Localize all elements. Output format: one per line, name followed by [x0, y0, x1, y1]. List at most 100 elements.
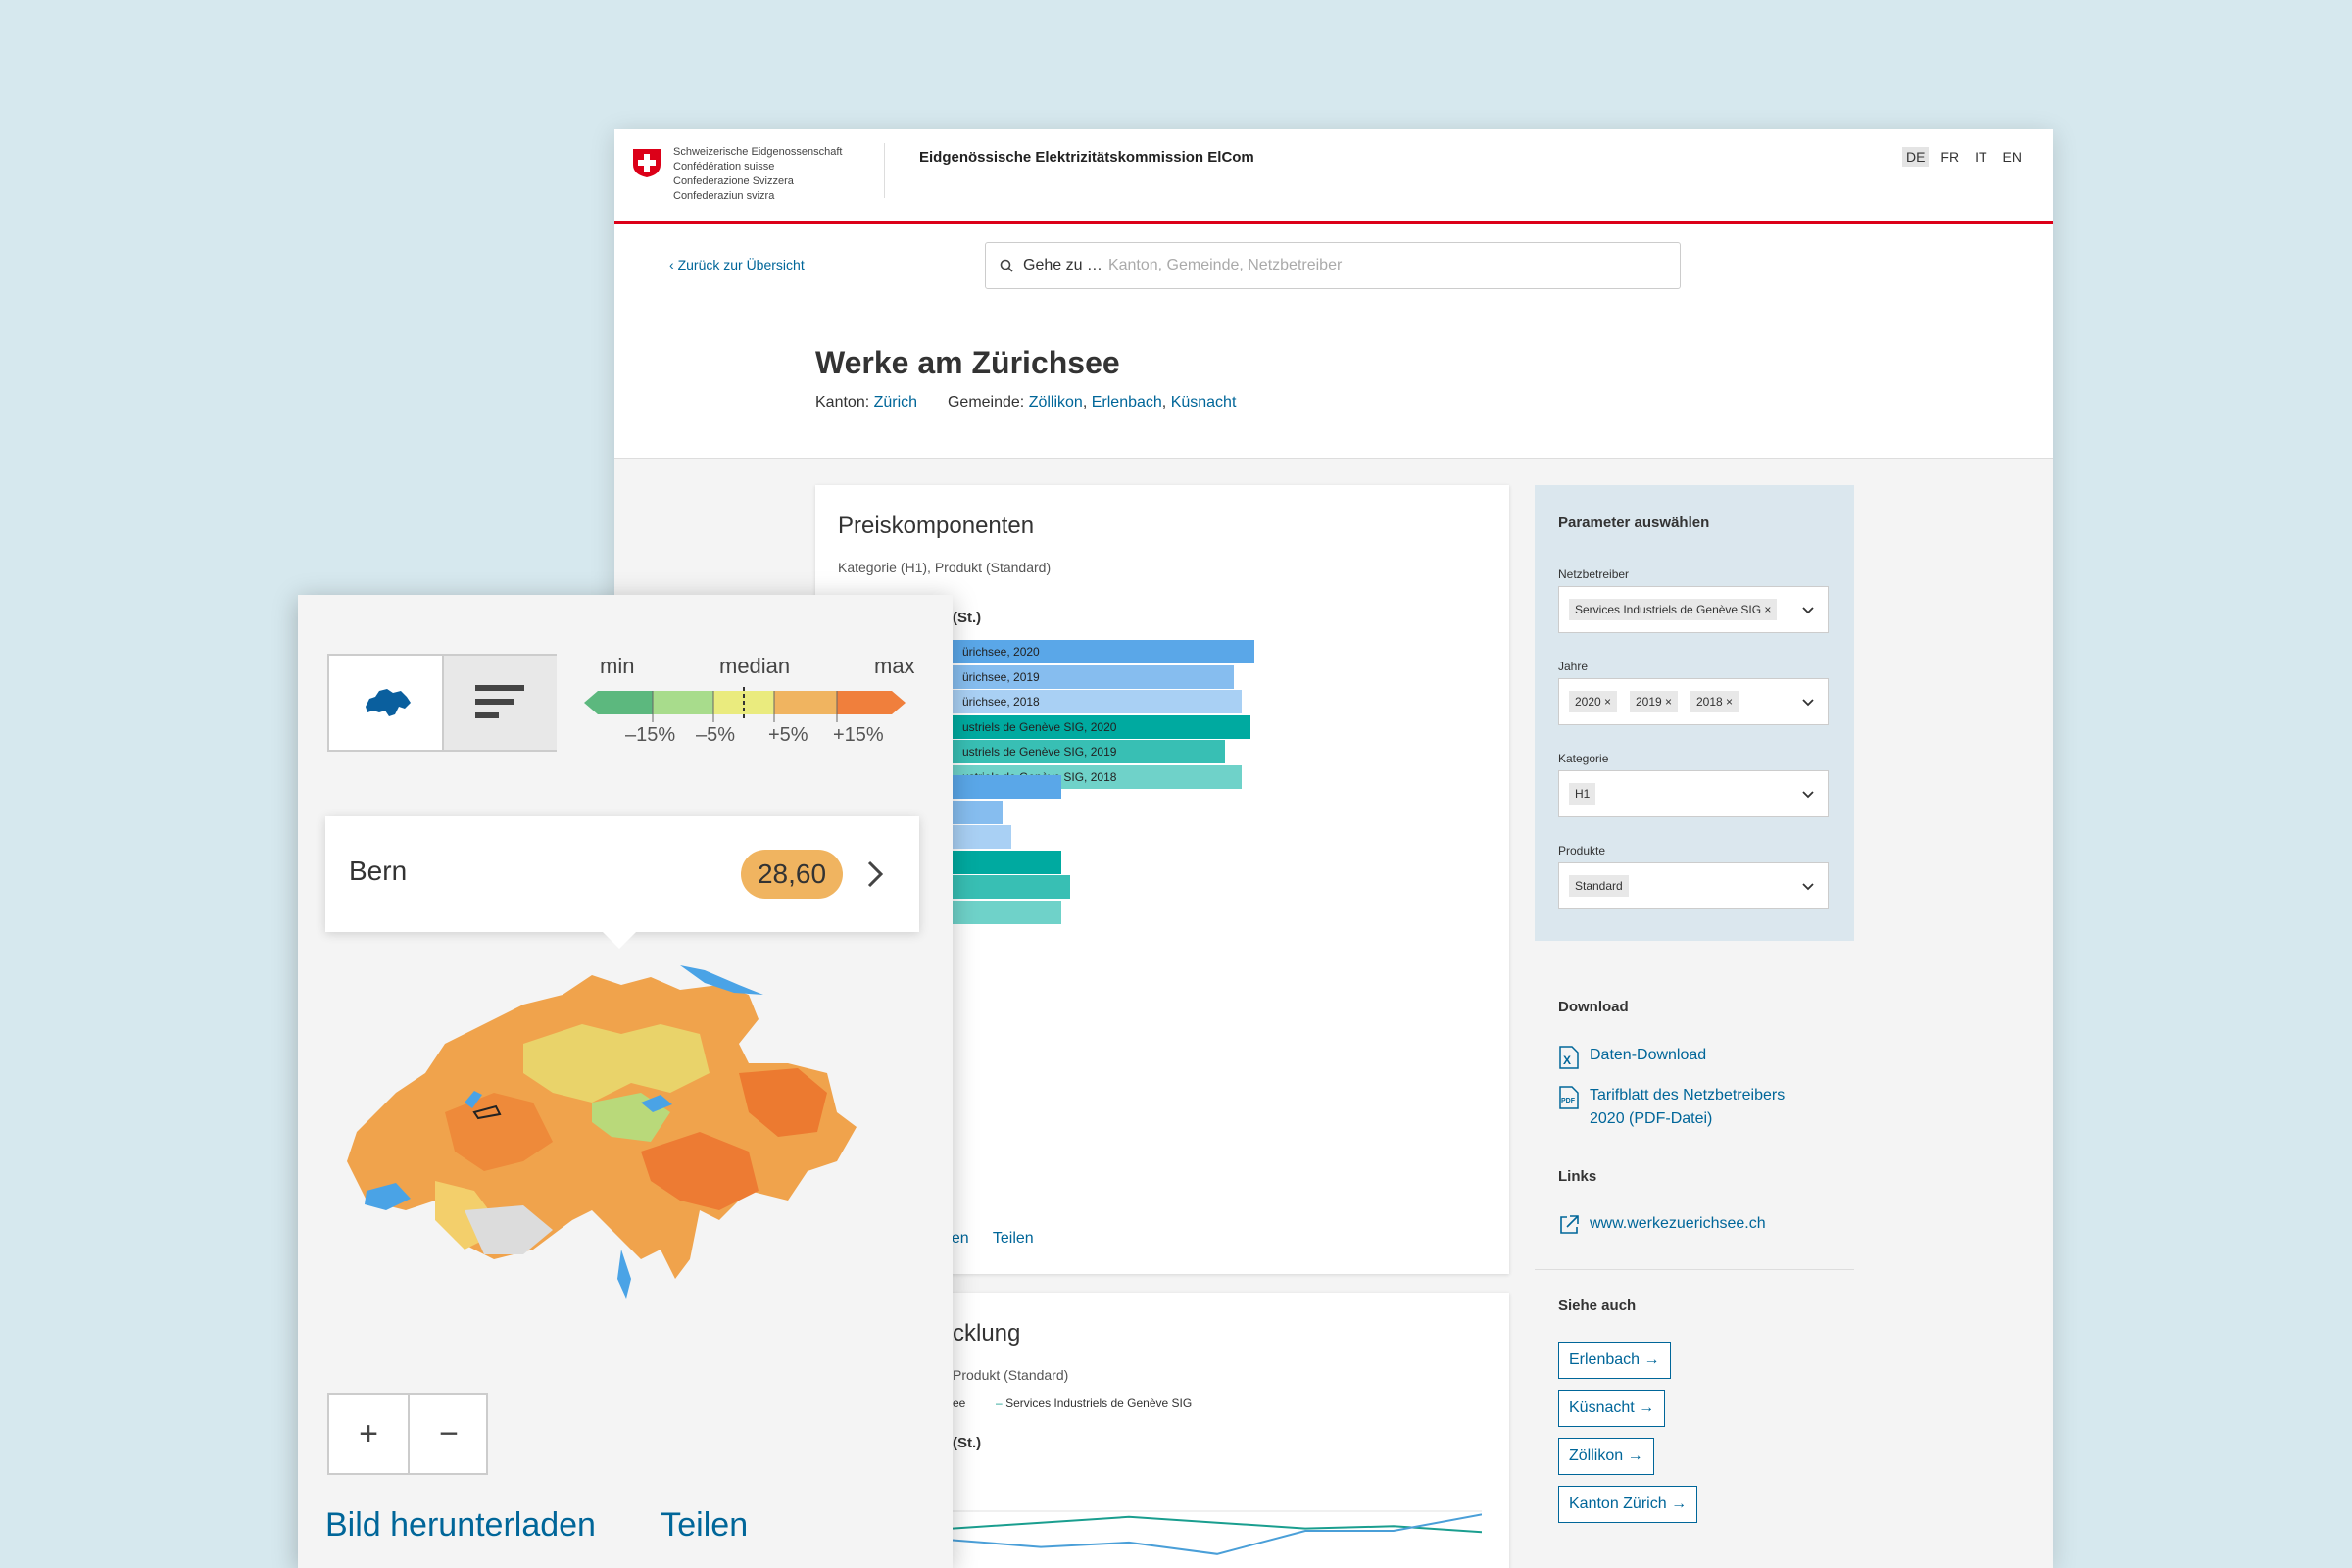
see-also-erlenbach[interactable]: Erlenbach →: [1558, 1342, 1671, 1379]
map-actions: Bild herunterladen Teilen: [325, 1506, 748, 1544]
chip-text: 2019: [1636, 695, 1662, 709]
external-link-icon: [1560, 1215, 1579, 1234]
search-placeholder: Kanton, Gemeinde, Netzbetreiber: [1107, 257, 1343, 273]
zoom-in-button[interactable]: +: [329, 1395, 408, 1473]
year-chip[interactable]: 2018 ×: [1690, 691, 1740, 712]
netzbetreiber-chip[interactable]: Services Industriels de Genève SIG ×: [1569, 599, 1778, 620]
line-chart: [953, 1510, 1482, 1555]
map-panel: min median max –15% –5% +5% +15% Bern 28…: [298, 595, 953, 1568]
download-heading: Download: [1558, 999, 1629, 1015]
arrow-right-icon: →: [1627, 1447, 1643, 1464]
see-also-zollikon[interactable]: Zöllikon →: [1558, 1438, 1654, 1475]
gemeinde-link[interactable]: Erlenbach: [1092, 394, 1162, 411]
scale-tick: –15%: [625, 724, 676, 746]
netzbetreiber-label: Netzbetreiber: [1558, 567, 1630, 581]
lang-en[interactable]: EN: [1999, 147, 2026, 167]
location-line: Kanton: Zürich Gemeinde: Zöllikon, Erlen…: [815, 394, 1236, 412]
chevron-down-icon: [1802, 699, 1814, 707]
brand-red-line: [614, 220, 2053, 224]
map-view-button[interactable]: [329, 656, 442, 750]
header-divider: [884, 143, 885, 198]
chip-text: Services Industriels de Genève SIG: [1575, 603, 1762, 616]
chevron-down-icon: [1802, 607, 1814, 614]
tooltip-region-name: Bern: [349, 856, 408, 886]
chevron-down-icon: [1802, 791, 1814, 799]
kanton-label: Kanton:: [815, 394, 870, 411]
chevron-down-icon: [1802, 883, 1814, 891]
link-text: Daten-Download: [1590, 1047, 1707, 1063]
netzbetreiber-select[interactable]: Services Industriels de Genève SIG ×: [1558, 586, 1829, 633]
zoom-out-button[interactable]: −: [410, 1395, 488, 1473]
kategorie-select[interactable]: H1: [1558, 770, 1829, 817]
lang-it[interactable]: IT: [1971, 147, 1990, 167]
excel-file-icon: X: [1559, 1046, 1579, 1069]
kategorie-chip[interactable]: H1: [1569, 783, 1596, 805]
search-input[interactable]: Gehe zu … Kanton, Gemeinde, Netzbetreibe…: [985, 242, 1681, 289]
chart-legend: ee – Services Industriels de Genève SIG: [953, 1396, 1192, 1410]
parameter-panel: Parameter auswählen Netzbetreiber Servic…: [1535, 485, 1854, 941]
link-text: 2020 (PDF-Datei): [1590, 1110, 1713, 1127]
year-chip[interactable]: 2020 ×: [1569, 691, 1618, 712]
back-label: Zurück zur Übersicht: [677, 257, 805, 272]
jahre-label: Jahre: [1558, 660, 1589, 673]
gemeinde-link[interactable]: Küsnacht: [1171, 394, 1237, 411]
chevron-right-icon[interactable]: [866, 859, 884, 889]
svg-text:X: X: [1563, 1054, 1571, 1067]
see-also-kusnacht[interactable]: Küsnacht →: [1558, 1390, 1666, 1427]
produkte-label: Produkte: [1558, 844, 1606, 858]
links-heading: Links: [1558, 1168, 1597, 1185]
bar-label: ürichsee, 2020: [962, 645, 1040, 659]
card-subtitle: Kategorie (H1), Produkt (Standard): [838, 560, 1052, 575]
card-actions: den Teilen: [943, 1230, 1054, 1248]
share-link[interactable]: Teilen: [661, 1506, 748, 1544]
back-link[interactable]: ‹ Zurück zur Übersicht: [669, 257, 805, 272]
chip-text: 2018: [1696, 695, 1723, 709]
sidebar-divider: [1535, 1269, 1854, 1270]
produkte-select[interactable]: Standard: [1558, 862, 1829, 909]
zoom-controls: + −: [327, 1393, 488, 1475]
download-image-link[interactable]: Bild herunterladen: [325, 1506, 596, 1544]
scale-min-label: min: [600, 654, 635, 678]
pill-label: Kanton Zürich: [1569, 1495, 1667, 1512]
page-title: Werke am Zürichsee: [815, 345, 1120, 380]
bar-label: ustriels de Genève SIG, 2020: [962, 719, 1117, 734]
confed-line: Confederaziun svizra: [673, 190, 775, 202]
axis-label: (St.): [953, 610, 982, 626]
legend-item: ee: [953, 1396, 966, 1410]
view-toggle: [327, 654, 557, 752]
lang-fr[interactable]: FR: [1936, 147, 1963, 167]
language-switcher: DE FR IT EN: [1901, 147, 2026, 167]
link-text: Tarifblatt des Netzbetreibers: [1590, 1087, 1786, 1103]
gemeinde-link[interactable]: Zöllikon: [1029, 394, 1083, 411]
search-icon: [1000, 259, 1013, 272]
pill-label: Zöllikon: [1569, 1447, 1624, 1464]
switzerland-choropleth-map[interactable]: [327, 965, 915, 1357]
scale-tick: +5%: [768, 724, 808, 746]
see-also-kanton-zurich[interactable]: Kanton Zürich →: [1558, 1486, 1698, 1523]
confed-line: Confédération suisse: [673, 161, 775, 172]
card-title: Preiskomponenten: [838, 513, 1035, 539]
siehe-auch-heading: Siehe auch: [1558, 1298, 1637, 1314]
lang-de[interactable]: DE: [1901, 147, 1930, 167]
switzerland-map-icon: [366, 689, 411, 716]
kanton-link[interactable]: Zürich: [874, 394, 917, 411]
list-view-button[interactable]: [442, 656, 557, 750]
scale-max-label: max: [874, 654, 915, 678]
pdf-file-icon: PDF: [1559, 1086, 1579, 1109]
year-chip[interactable]: 2019 ×: [1630, 691, 1679, 712]
produkte-chip[interactable]: Standard: [1569, 875, 1629, 897]
arrow-right-icon: →: [1639, 1399, 1655, 1416]
axis-label: (St.): [953, 1435, 982, 1451]
tooltip-pointer: [602, 931, 637, 949]
share-action[interactable]: Teilen: [993, 1230, 1034, 1247]
jahre-select[interactable]: 2020 × 2019 × 2018 ×: [1558, 678, 1829, 725]
arrow-right-icon: →: [1643, 1351, 1660, 1368]
chip-text: 2020: [1575, 695, 1601, 709]
swiss-flag-icon: [633, 149, 661, 177]
region-tooltip[interactable]: Bern 28,60: [325, 816, 919, 949]
confed-line: Confederazione Svizzera: [673, 175, 794, 187]
link-text: www.werkezuerichsee.ch: [1590, 1215, 1766, 1232]
arrow-right-icon: →: [1671, 1495, 1688, 1512]
scale-tick: –5%: [696, 724, 736, 746]
separator: ,: [1082, 394, 1088, 411]
